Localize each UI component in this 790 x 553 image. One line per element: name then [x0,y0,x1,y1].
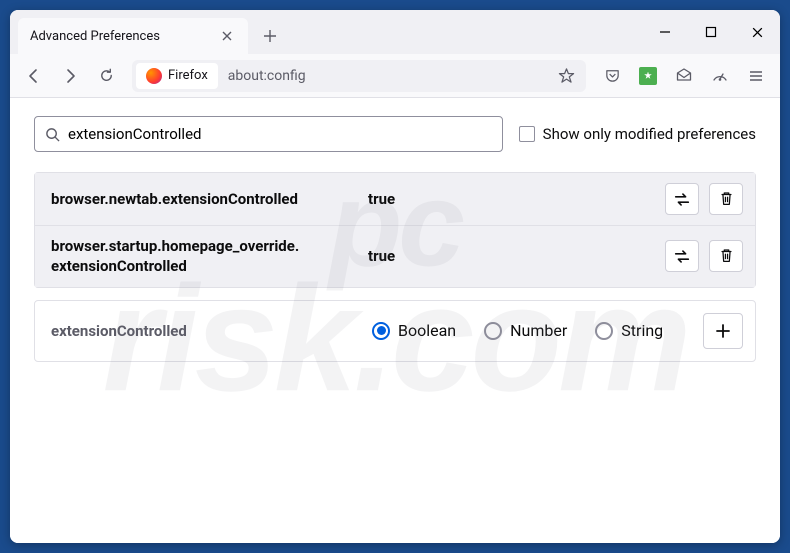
firefox-icon [146,68,162,84]
browser-window: Advanced Preferences [10,10,780,543]
trash-icon [719,191,734,207]
checkbox-icon [519,126,535,142]
titlebar: Advanced Preferences [10,10,780,54]
dashboard-icon[interactable] [704,60,736,92]
pref-row[interactable]: browser.startup.homepage_override.extens… [35,225,755,287]
close-button[interactable] [734,10,780,54]
nav-toolbar: Firefox about:config [10,54,780,98]
url-text: about:config [228,68,306,84]
back-button[interactable] [18,60,50,92]
radio-label: String [621,321,663,340]
tab-title: Advanced Preferences [30,29,160,44]
delete-button[interactable] [709,183,743,215]
forward-button[interactable] [54,60,86,92]
content-area: Show only modified preferences browser.n… [10,98,780,543]
radio-string[interactable]: String [595,321,663,340]
identity-box[interactable]: Firefox [136,63,218,89]
search-row: Show only modified preferences [10,98,780,166]
radio-label: Boolean [398,321,456,340]
radio-boolean[interactable]: Boolean [372,321,456,340]
pref-value: true [368,190,653,208]
type-radio-group: Boolean Number String [372,321,663,340]
pref-row[interactable]: browser.newtab.extensionControlled true [35,173,755,225]
extension-icon[interactable] [632,60,664,92]
radio-icon [484,322,502,340]
radio-number[interactable]: Number [484,321,567,340]
delete-button[interactable] [709,240,743,272]
bookmark-star-icon[interactable] [550,60,582,92]
identity-label: Firefox [168,68,208,83]
create-pref-row: extensionControlled Boolean Number Strin… [34,300,756,362]
radio-icon [372,322,390,340]
tab-advanced-preferences[interactable]: Advanced Preferences [18,18,248,54]
new-tab-button[interactable] [254,20,286,52]
pref-name: browser.startup.homepage_override.extens… [51,236,356,277]
url-bar[interactable]: Firefox about:config [132,60,586,92]
window-controls [642,10,780,54]
checkbox-label: Show only modified preferences [543,125,756,143]
toggle-icon [673,192,691,207]
show-modified-checkbox[interactable]: Show only modified preferences [519,125,756,143]
pref-actions [665,240,743,272]
toggle-button[interactable] [665,183,699,215]
menu-icon[interactable] [740,60,772,92]
pref-actions [665,183,743,215]
search-box[interactable] [34,116,503,152]
plus-icon [715,323,731,339]
toggle-icon [673,249,691,264]
add-button[interactable] [703,313,743,349]
create-pref-name: extensionControlled [51,322,356,340]
search-input[interactable] [68,125,492,143]
close-icon[interactable] [218,27,236,45]
search-icon [45,127,60,142]
radio-label: Number [510,321,567,340]
pref-list: browser.newtab.extensionControlled true … [34,172,756,288]
radio-icon [595,322,613,340]
minimize-button[interactable] [642,10,688,54]
pocket-icon[interactable] [596,60,628,92]
toggle-button[interactable] [665,240,699,272]
trash-icon [719,248,734,264]
mail-icon[interactable] [668,60,700,92]
maximize-button[interactable] [688,10,734,54]
pref-name: browser.newtab.extensionControlled [51,189,356,209]
reload-button[interactable] [90,60,122,92]
pref-value: true [368,247,653,265]
